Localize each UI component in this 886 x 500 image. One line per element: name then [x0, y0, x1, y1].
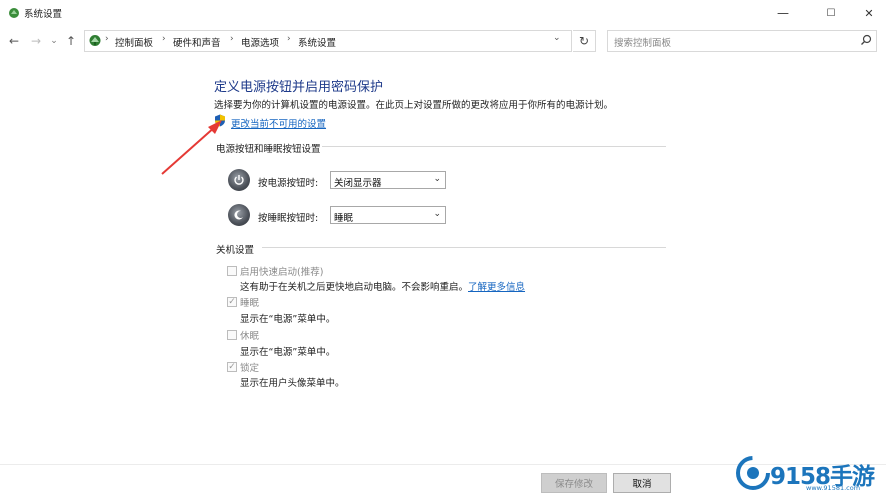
page-title: 定义电源按钮并启用密码保护 — [214, 80, 384, 95]
breadcrumb-power-options[interactable]: 电源选项 — [241, 35, 279, 49]
fast-startup-checkbox[interactable] — [227, 266, 237, 276]
breadcrumb-separator: › — [230, 34, 234, 44]
save-changes-button[interactable]: 保存修改 — [541, 473, 607, 493]
sleep-button-label: 按睡眠按钮时: — [258, 213, 319, 224]
watermark-url: www.91581.com — [806, 484, 861, 492]
control-panel-app-icon — [9, 8, 19, 18]
learn-more-link[interactable]: 了解更多信息 — [468, 282, 525, 293]
power-button-action-value: 关闭显示器 — [334, 178, 382, 189]
breadcrumb-control-panel[interactable]: 控制面板 — [115, 35, 153, 49]
lock-option-label: 锁定 — [240, 363, 260, 374]
sleep-option-checkbox[interactable]: ✓ — [227, 297, 237, 307]
hibernate-option-checkbox[interactable] — [227, 330, 237, 340]
sleep-button-action-select[interactable]: 睡眠 ⌄ — [330, 206, 446, 224]
sleep-option-label: 睡眠 — [240, 298, 260, 309]
chevron-down-icon: ⌄ — [433, 174, 441, 184]
control-panel-location-icon — [89, 35, 101, 46]
window-title: 系统设置 — [24, 9, 63, 20]
section-divider — [262, 247, 666, 248]
power-button-icon — [228, 169, 250, 191]
sleep-button-icon — [228, 204, 250, 226]
lock-option-checkbox[interactable]: ✓ — [227, 362, 237, 372]
up-arrow-icon[interactable]: ↑ — [63, 33, 79, 49]
close-button[interactable]: ✕ — [852, 0, 886, 26]
minimize-button[interactable]: — — [766, 0, 800, 26]
section-divider — [322, 146, 666, 147]
breadcrumb-separator: › — [105, 34, 109, 44]
fast-startup-label: 启用快速启动(推荐) — [240, 267, 324, 278]
watermark-logo-icon — [736, 456, 770, 490]
change-unavailable-settings-link[interactable]: 更改当前不可用的设置 — [231, 116, 326, 130]
shutdown-section-title: 关机设置 — [216, 245, 255, 256]
page-description: 选择要为你的计算机设置的电源设置。在此页上对设置所做的更改将应用于你所有的电源计… — [214, 100, 614, 111]
power-button-label: 按电源按钮时: — [258, 178, 319, 189]
breadcrumb-separator: › — [287, 34, 291, 44]
breadcrumb-hardware-sound[interactable]: 硬件和声音 — [173, 35, 221, 49]
sleep-button-action-value: 睡眠 — [334, 213, 354, 224]
chevron-down-icon: ⌄ — [433, 209, 441, 219]
back-arrow-icon[interactable]: ← — [6, 33, 22, 49]
cancel-button[interactable]: 取消 — [613, 473, 671, 493]
address-dropdown-icon[interactable]: ⌄ — [553, 33, 561, 43]
forward-arrow-icon[interactable]: → — [28, 33, 44, 49]
recent-locations-dropdown-icon[interactable]: ⌄ — [46, 33, 62, 49]
power-buttons-section-title: 电源按钮和睡眠按钮设置 — [216, 144, 321, 155]
fast-startup-description: 这有助于在关机之后更快地启动电脑。不会影响重启。了解更多信息 — [240, 282, 526, 293]
hibernate-option-label: 休眠 — [240, 331, 260, 342]
title-bar — [0, 0, 886, 26]
refresh-icon[interactable]: ↻ — [573, 30, 596, 52]
search-input[interactable]: 搜索控制面板 — [614, 35, 671, 49]
breadcrumb-system-settings[interactable]: 系统设置 — [298, 35, 336, 49]
maximize-button[interactable]: ☐ — [814, 0, 848, 26]
search-icon[interactable] — [860, 34, 872, 46]
power-button-action-select[interactable]: 关闭显示器 ⌄ — [330, 171, 446, 189]
breadcrumb-separator: › — [162, 34, 166, 44]
lock-option-description: 显示在用户头像菜单中。 — [240, 378, 345, 389]
hibernate-option-description: 显示在“电源”菜单中。 — [240, 347, 336, 358]
sleep-option-description: 显示在“电源”菜单中。 — [240, 314, 336, 325]
